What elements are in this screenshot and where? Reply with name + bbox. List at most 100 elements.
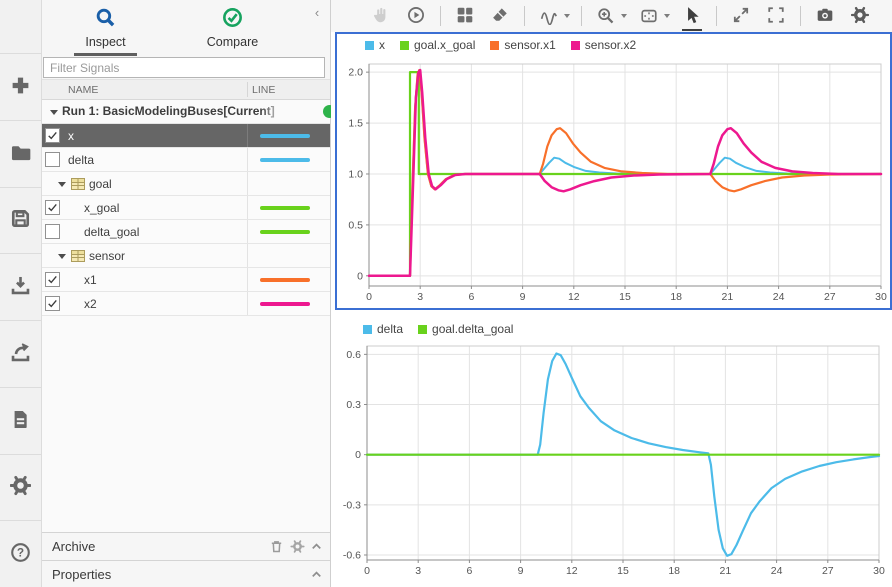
bus-row[interactable]: goal <box>42 172 330 196</box>
save-button[interactable] <box>0 187 41 254</box>
snapshot-button[interactable] <box>812 3 838 29</box>
fit-to-view-button[interactable] <box>636 3 670 29</box>
y-tick-label: 0.3 <box>346 399 361 411</box>
line-style-swatch[interactable] <box>260 278 310 282</box>
signal-checkbox[interactable] <box>45 272 60 287</box>
replay-button[interactable] <box>403 3 429 29</box>
signal-options-button[interactable] <box>536 3 570 29</box>
gear-icon <box>10 475 31 499</box>
signal-checkbox[interactable] <box>45 224 60 239</box>
line-style-swatch[interactable] <box>260 158 310 162</box>
collapse-bus-icon[interactable] <box>58 254 66 259</box>
fullscreen-button[interactable] <box>763 3 789 29</box>
signal-checkbox[interactable] <box>45 200 60 215</box>
filter-row <box>42 56 330 79</box>
collapse-bus-icon[interactable] <box>58 182 66 187</box>
properties-collapse-chevron-icon[interactable] <box>309 567 324 582</box>
left-icon-sidebar: ? <box>0 0 42 587</box>
column-divider <box>247 220 248 243</box>
column-divider <box>247 82 248 97</box>
settings-button[interactable] <box>847 3 873 29</box>
tree-column-headers: NAME LINE <box>42 79 330 100</box>
pointer-tool-button[interactable] <box>679 3 705 29</box>
signal-checkbox[interactable] <box>45 296 60 311</box>
tab-compare[interactable]: Compare <box>169 0 296 56</box>
x-tick-label: 30 <box>873 565 885 577</box>
open-button[interactable] <box>0 120 41 187</box>
signal-row[interactable]: x1 <box>42 268 330 292</box>
bus-row[interactable]: sensor <box>42 244 330 268</box>
legend-item[interactable]: sensor.x1 <box>490 38 555 52</box>
legend-item[interactable]: sensor.x2 <box>571 38 636 52</box>
trash-icon[interactable] <box>269 539 284 554</box>
signal-label: delta <box>68 153 94 167</box>
zoom-in-button[interactable] <box>593 3 627 29</box>
x-tick-label: 3 <box>415 565 421 577</box>
legend-item[interactable]: goal.delta_goal <box>418 322 513 336</box>
signal-row[interactable]: delta_goal <box>42 220 330 244</box>
fullscreen-brackets-icon <box>767 6 785 27</box>
subplot-1-chart[interactable]: 03691215182124273000.51.01.52.0 <box>337 56 890 308</box>
archive-section-header[interactable]: Archive <box>42 532 330 560</box>
y-tick-label: 2.0 <box>348 67 363 79</box>
signal-checkbox[interactable] <box>45 128 60 143</box>
signal-row[interactable]: delta <box>42 148 330 172</box>
expand-plot-button[interactable] <box>728 3 754 29</box>
legend-label: x <box>379 38 385 52</box>
column-divider <box>247 244 248 267</box>
x-tick-label: 27 <box>824 291 836 303</box>
run-header-row[interactable]: Run 1: BasicModelingBuses[Current] <box>42 100 330 124</box>
signal-checkbox[interactable] <box>45 152 60 167</box>
properties-label: Properties <box>52 567 111 582</box>
camera-icon <box>816 6 834 27</box>
signal-label: x2 <box>84 297 97 311</box>
tab-inspect-label: Inspect <box>85 35 125 49</box>
legend-swatch <box>400 41 409 50</box>
legend-swatch <box>418 325 427 334</box>
signal-wave-icon <box>536 3 562 29</box>
bus-icon <box>71 178 85 190</box>
clear-plotted-signals-button[interactable] <box>487 3 513 29</box>
subplots-layout-button[interactable] <box>452 3 478 29</box>
compare-check-icon <box>222 7 243 31</box>
cursor-arrow-icon <box>683 6 701 27</box>
line-style-swatch[interactable] <box>260 230 310 234</box>
filter-signals-input[interactable] <box>43 57 325 78</box>
export-button[interactable] <box>0 320 41 387</box>
signal-label: x_goal <box>84 201 119 215</box>
line-style-swatch[interactable] <box>260 302 310 306</box>
legend-item[interactable]: delta <box>363 322 403 336</box>
line-style-swatch[interactable] <box>260 206 310 210</box>
import-button[interactable] <box>0 253 41 320</box>
x-tick-label: 15 <box>619 291 631 303</box>
create-report-button[interactable] <box>0 387 41 454</box>
help-button[interactable]: ? <box>0 520 41 587</box>
legend-label: goal.x_goal <box>414 38 475 52</box>
chevron-down-icon <box>664 14 670 18</box>
signal-row[interactable]: x2 <box>42 292 330 316</box>
legend-item[interactable]: x <box>365 38 385 52</box>
tab-inspect[interactable]: Inspect <box>42 0 169 56</box>
collapse-panel-button[interactable]: ‹ <box>310 6 324 20</box>
preferences-button[interactable] <box>0 454 41 521</box>
export-icon <box>10 342 31 366</box>
archive-collapse-chevron-icon[interactable] <box>309 539 324 554</box>
x-tick-label: 9 <box>520 291 526 303</box>
line-style-swatch[interactable] <box>260 134 310 138</box>
signal-row[interactable]: x_goal <box>42 196 330 220</box>
pan-button[interactable] <box>368 3 394 29</box>
replay-play-icon <box>407 6 425 27</box>
archive-settings-gear-icon[interactable] <box>290 539 305 554</box>
search-icon <box>95 7 116 31</box>
y-tick-label: -0.3 <box>343 499 361 511</box>
legend-swatch <box>571 41 580 50</box>
legend-item[interactable]: goal.x_goal <box>400 38 475 52</box>
signal-row[interactable]: x <box>42 124 330 148</box>
collapse-run-icon[interactable] <box>50 110 58 115</box>
subplot-1-selected[interactable]: x goal.x_goal sensor.x1 sensor.x2 036912151… <box>335 32 892 310</box>
add-button[interactable] <box>0 53 41 120</box>
hand-pan-icon <box>372 6 390 27</box>
subplot-2-chart[interactable]: 036912151821242730-0.6-0.300.30.6 <box>335 340 892 587</box>
subplot-2[interactable]: deltagoal.delta_goal 036912151821242730-… <box>335 318 892 587</box>
properties-section-header[interactable]: Properties <box>42 560 330 587</box>
